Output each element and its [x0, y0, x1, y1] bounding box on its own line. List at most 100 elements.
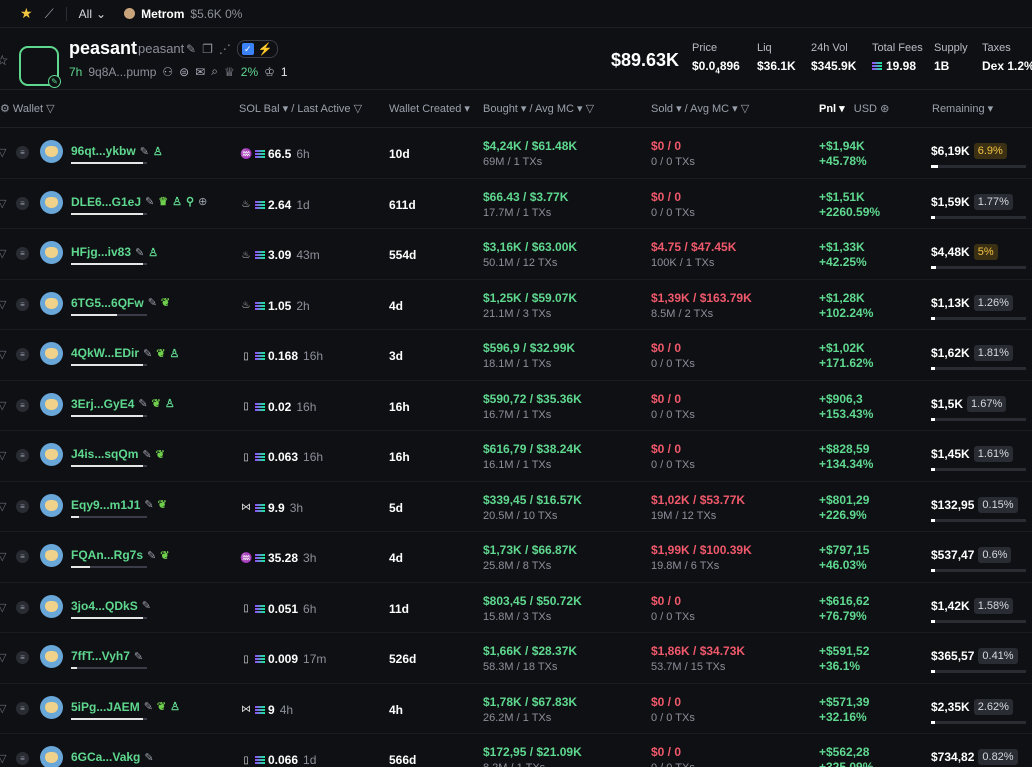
wallet-name[interactable]: 6TG5...6QFw ✎ ❦: [71, 296, 170, 310]
col-sol-bal[interactable]: SOL Bal ▾ / Last Active ▽: [239, 102, 362, 115]
remaining-progress-bar: [931, 518, 1026, 522]
table-row[interactable]: ▽ ≡ 3Erj...GyE4 ✎ ❦ ♙ ▯ 0.02 16h 16h $590,7…: [0, 381, 1032, 431]
edit-icon[interactable]: ✎: [148, 296, 157, 309]
share-icon[interactable]: ⋰: [219, 42, 231, 56]
filter-icon[interactable]: ▽: [0, 752, 6, 765]
filter-icon[interactable]: ▽: [0, 146, 6, 159]
filter-icon[interactable]: ▽: [0, 399, 6, 412]
col-bought[interactable]: Bought ▾ / Avg MC ▾ ▽: [483, 102, 594, 115]
table-row[interactable]: ▽ ≡ 6GCa...Vakg ✎ ▯ 0.066 1d 566d $172,95…: [0, 734, 1032, 767]
edit-icon[interactable]: ✎: [143, 347, 152, 360]
star-icon[interactable]: ★: [20, 5, 33, 22]
wallet-name[interactable]: 96qt...ykbw ✎ ♙: [71, 144, 163, 158]
col-remaining[interactable]: Remaining ▾: [932, 102, 993, 115]
edit-icon[interactable]: ✎: [138, 397, 147, 410]
filter-icon[interactable]: ▽: [0, 651, 6, 664]
menu-icon[interactable]: ≡: [16, 146, 29, 159]
wallet-name[interactable]: 3jo4...QDkS ✎: [71, 599, 151, 613]
menu-icon[interactable]: ≡: [16, 701, 29, 715]
sol-icon: [255, 150, 265, 158]
sol-balance: ▯ 0.168 16h: [240, 349, 323, 363]
table-row[interactable]: ▽ ≡ 5iPg...JAEM ✎ ❦ ♙ ⋈ 9 4h 4h $1,78K / $6…: [0, 684, 1032, 734]
menu-icon[interactable]: ≡: [16, 550, 29, 563]
search-icon[interactable]: ⌕: [211, 64, 218, 79]
token-address[interactable]: 9q8A...pump: [88, 65, 156, 79]
menu-icon[interactable]: ≡: [16, 449, 29, 462]
filter-icon[interactable]: ▽: [0, 247, 6, 260]
wallet-name[interactable]: 5iPg...JAEM ✎ ❦ ♙: [71, 700, 180, 714]
filter-dropdown[interactable]: All ⌄: [79, 7, 106, 21]
edit-icon[interactable]: ✎: [142, 448, 151, 461]
wallet-name[interactable]: 7ffT...Vyh7 ✎: [71, 649, 143, 663]
pnl-percent: +76.79%: [819, 608, 867, 623]
edit-icon[interactable]: ✎: [134, 650, 143, 663]
filter-icon[interactable]: ▽: [0, 449, 6, 462]
menu-icon[interactable]: ≡: [16, 600, 29, 614]
wallet-name[interactable]: DLE6...G1eJ ✎ ♛ ♙ ⚲ ⊕: [71, 195, 207, 209]
menu-icon[interactable]: ≡: [16, 196, 29, 210]
col-wallet-created[interactable]: Wallet Created ▾: [389, 102, 470, 115]
edit-icon[interactable]: ✎: [48, 75, 61, 88]
wallet-name[interactable]: Eqy9...m1J1 ✎ ❦: [71, 498, 167, 512]
table-row[interactable]: ▽ ≡ DLE6...G1eJ ✎ ♛ ♙ ⚲ ⊕ ♨ 2.64 1d 611d $66.…: [0, 179, 1032, 229]
col-pnl[interactable]: Pnl ▾ USD ⊛: [819, 102, 889, 115]
note-icon[interactable]: ✉: [195, 65, 205, 79]
filter-icon[interactable]: ▽: [0, 550, 6, 563]
menu-icon[interactable]: ≡: [16, 752, 29, 765]
menu-icon[interactable]: ≡: [16, 348, 29, 361]
table-row[interactable]: ▽ ≡ J4is...sqQm ✎ ❦ ▯ 0.063 16h 16h $616,7…: [0, 431, 1032, 482]
menu-icon[interactable]: ≡: [16, 398, 29, 412]
wallet-name[interactable]: 4QkW...EDir ✎ ❦ ♙: [71, 346, 179, 360]
edit-icon[interactable]: ✎: [144, 751, 153, 764]
holders-icon[interactable]: ⚇: [162, 65, 173, 79]
menu-icon[interactable]: ≡: [16, 247, 29, 260]
sold-value: $0 / 0: [651, 189, 682, 204]
col-sold[interactable]: Sold ▾ / Avg MC ▾ ▽: [651, 102, 749, 115]
bought-sub: 17.7M / 1 TXs: [483, 206, 552, 219]
copy-icon[interactable]: ❐: [202, 42, 213, 56]
filter-icon[interactable]: ▽: [0, 702, 6, 715]
table-row[interactable]: ▽ ≡ Eqy9...m1J1 ✎ ❦ ⋈ 9.9 3h 5d $339,45 / …: [0, 482, 1032, 532]
edit-icon[interactable]: ✎: [135, 246, 144, 259]
table-row[interactable]: ▽ ≡ 3jo4...QDkS ✎ ▯ 0.051 6h 11d $803,45 …: [0, 583, 1032, 633]
edit-icon[interactable]: ✎: [186, 42, 196, 56]
edit-icon[interactable]: ✎: [145, 195, 154, 208]
wallet-name[interactable]: 6GCa...Vakg ✎: [71, 750, 154, 764]
table-row[interactable]: ▽ ≡ HFjg...iv83 ✎ ♙ ♨ 3.09 43m 554d $3,16K…: [0, 229, 1032, 280]
watchlist-item-metrom[interactable]: Metrom $5.6K 0%: [124, 7, 242, 21]
favorite-star-icon[interactable]: ☆: [0, 52, 9, 69]
table-row[interactable]: ▽ ≡ 4QkW...EDir ✎ ❦ ♙ ▯ 0.168 16h 3d $596,9…: [0, 330, 1032, 381]
edit-icon[interactable]: ✎: [144, 700, 153, 713]
col-wallet[interactable]: ⚙ Wallet ▽: [0, 102, 55, 115]
chart-icon[interactable]: ⟋: [45, 6, 54, 22]
boost-pill[interactable]: ✓ ⚡: [236, 40, 278, 58]
filter-icon[interactable]: ▽: [0, 348, 6, 361]
avatar: [40, 645, 63, 668]
wallet-name[interactable]: J4is...sqQm ✎ ❦: [71, 447, 165, 461]
filter-icon[interactable]: ▽: [0, 500, 6, 513]
menu-icon[interactable]: ≡: [16, 297, 29, 311]
table-row[interactable]: ▽ ≡ 96qt...ykbw ✎ ♙ ♒ 66.5 6h 10d $4,24K /…: [0, 128, 1032, 179]
wallet-name[interactable]: HFjg...iv83 ✎ ♙: [71, 245, 158, 259]
edit-icon[interactable]: ✎: [142, 599, 151, 612]
filter-icon[interactable]: ▽: [0, 298, 6, 311]
sold-value: $0 / 0: [651, 391, 682, 406]
edit-icon[interactable]: ✎: [144, 498, 153, 511]
table-row[interactable]: ▽ ≡ 6TG5...6QFw ✎ ❦ ♨ 1.05 2h 4d $1,25K / …: [0, 280, 1032, 330]
menu-icon[interactable]: ≡: [16, 499, 29, 513]
filter-icon[interactable]: ▽: [0, 601, 6, 614]
table-row[interactable]: ▽ ≡ 7ffT...Vyh7 ✎ ▯ 0.009 17m 526d $1,66K…: [0, 633, 1032, 684]
sold-value: $1,02K / $53.77K: [651, 492, 746, 507]
edit-icon[interactable]: ✎: [140, 145, 149, 158]
leaf-icon: ❦: [160, 297, 171, 309]
edit-icon[interactable]: ✎: [147, 549, 156, 562]
remaining-cell: $365,57 0.41%: [931, 648, 1018, 664]
token-avatar[interactable]: ✎: [19, 46, 61, 88]
sold-value: $1,99K / $100.39K: [651, 543, 752, 557]
table-row[interactable]: ▽ ≡ FQAn...Rg7s ✎ ❦ ♒ 35.28 3h 4d $1,73K /…: [0, 532, 1032, 583]
menu-icon[interactable]: ≡: [16, 651, 29, 664]
wallet-name[interactable]: 3Erj...GyE4 ✎ ❦ ♙: [71, 397, 175, 411]
filter-icon[interactable]: ▽: [0, 197, 6, 210]
menu-circle-icon[interactable]: ⊜: [179, 65, 189, 79]
wallet-name[interactable]: FQAn...Rg7s ✎ ❦: [71, 548, 169, 562]
